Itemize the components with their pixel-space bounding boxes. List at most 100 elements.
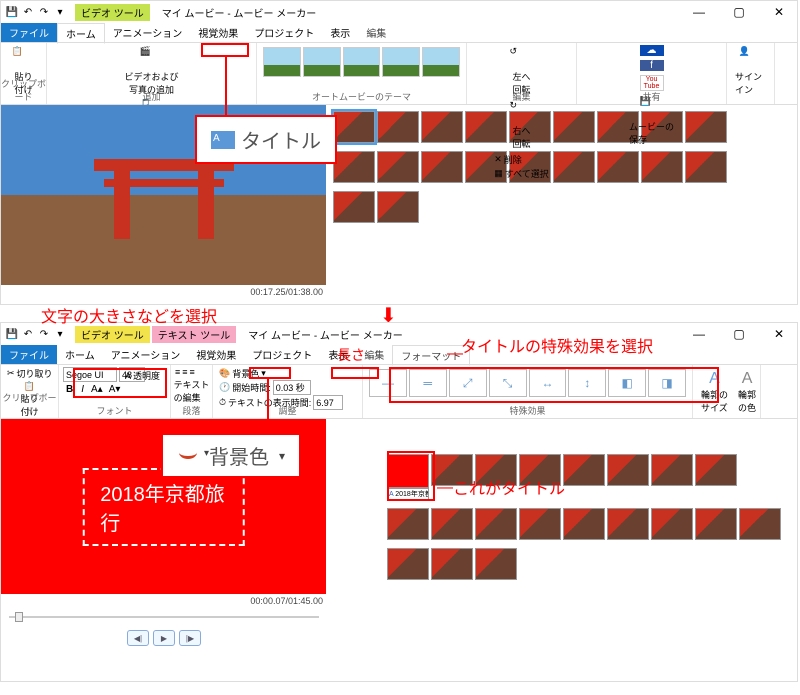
tab-project[interactable]: プロジェクト (244, 345, 320, 364)
qat-redo-icon[interactable]: ↷ (37, 327, 51, 341)
tab-file[interactable]: ファイル (1, 23, 57, 42)
facebook-icon[interactable]: f (640, 60, 664, 71)
qat-dropdown-icon[interactable]: ▾ (53, 327, 67, 341)
qat-undo-icon[interactable]: ↶ (21, 327, 35, 341)
timeline[interactable] (327, 105, 797, 305)
clip[interactable] (387, 508, 429, 540)
youtube-icon[interactable]: YouTube (640, 75, 664, 91)
effect-thumb[interactable]: ⤢ (449, 369, 487, 397)
tab-home[interactable]: ホーム (57, 23, 105, 44)
delete-button[interactable]: ✕削除 (492, 153, 551, 166)
minimize-button[interactable]: — (685, 5, 713, 19)
effect-thumb[interactable]: ◧ (608, 369, 646, 397)
theme-thumb[interactable] (263, 47, 301, 77)
qat-save-icon[interactable]: 💾 (5, 5, 19, 19)
signin-button[interactable]: 👤サインイン (731, 45, 770, 97)
tab-animation[interactable]: アニメーション (105, 23, 191, 42)
clip[interactable] (651, 508, 693, 540)
bgcolor-button[interactable]: 🎨背景色▾ (217, 367, 358, 380)
minimize-button[interactable]: — (685, 327, 713, 341)
title-clip[interactable] (387, 454, 429, 488)
qat-save-icon[interactable]: 💾 (5, 327, 19, 341)
select-all-button[interactable]: ▦すべて選択 (492, 167, 551, 180)
clip[interactable] (519, 508, 561, 540)
effect-thumb[interactable]: ◨ (648, 369, 686, 397)
effect-thumb[interactable]: ═ (409, 369, 447, 397)
clip[interactable] (333, 151, 375, 183)
context-tab-video-tools[interactable]: ビデオ ツール (75, 4, 150, 21)
clip[interactable] (421, 151, 463, 183)
clip[interactable] (685, 111, 727, 143)
font-grow-button[interactable]: A▴ (89, 384, 105, 395)
qat-dropdown-icon[interactable]: ▾ (53, 5, 67, 19)
align-center-button[interactable]: ≡ (182, 367, 187, 377)
tab-edit-context[interactable]: 編集 (358, 23, 394, 42)
tab-animation[interactable]: アニメーション (103, 345, 189, 364)
clip[interactable] (333, 191, 375, 223)
clip[interactable] (475, 548, 517, 580)
clip[interactable] (607, 508, 649, 540)
tab-project[interactable]: プロジェクト (246, 23, 322, 42)
outline-color-button[interactable]: A輪郭 の色 (734, 369, 760, 415)
clip[interactable] (597, 151, 639, 183)
tab-home[interactable]: ホーム (57, 345, 103, 364)
transparency-button[interactable]: A透明度 (123, 369, 166, 382)
clip[interactable] (387, 548, 429, 580)
clip[interactable] (695, 508, 737, 540)
theme-thumb[interactable] (382, 47, 420, 77)
effect-thumb[interactable]: — (369, 369, 407, 397)
text-edit-button[interactable]: テキスト の編集 (175, 377, 208, 405)
clip[interactable] (333, 111, 375, 143)
align-right-button[interactable]: ≡ (190, 367, 195, 377)
clip[interactable] (465, 111, 507, 143)
clip[interactable] (377, 191, 419, 223)
title-text-box[interactable]: 2018年京都旅行 (82, 468, 245, 546)
clip[interactable] (607, 454, 649, 486)
qat-redo-icon[interactable]: ↷ (37, 5, 51, 19)
clip[interactable] (553, 111, 595, 143)
clip[interactable] (563, 454, 605, 486)
timeline[interactable]: A 2018年京都... (327, 419, 797, 594)
maximize-button[interactable]: ▢ (725, 5, 753, 19)
seek-thumb[interactable] (15, 612, 23, 622)
clip[interactable] (431, 508, 473, 540)
bold-button[interactable]: B (63, 384, 76, 395)
theme-thumb[interactable] (343, 47, 381, 77)
effect-thumb[interactable]: ↕ (568, 369, 606, 397)
clip[interactable] (685, 151, 727, 183)
prev-frame-button[interactable]: ◀| (127, 630, 149, 646)
seek-slider[interactable] (9, 612, 319, 622)
context-tab-video-tools[interactable]: ビデオ ツール (75, 326, 150, 343)
clip[interactable] (421, 111, 463, 143)
tab-file[interactable]: ファイル (1, 345, 57, 364)
tab-visual[interactable]: 視覚効果 (190, 23, 246, 42)
clip[interactable] (377, 151, 419, 183)
clip[interactable] (553, 151, 595, 183)
clip[interactable] (431, 548, 473, 580)
outline-size-button[interactable]: A輪郭の サイズ (697, 369, 732, 415)
cut-button[interactable]: ✂切り取り (5, 367, 54, 380)
close-button[interactable]: ✕ (765, 327, 793, 341)
clip[interactable] (377, 111, 419, 143)
play-button[interactable]: ▶ (153, 630, 175, 646)
context-tab-text-tools[interactable]: テキスト ツール (152, 326, 236, 343)
onedrive-icon[interactable]: ☁ (640, 45, 664, 56)
font-family-select[interactable] (63, 367, 117, 382)
tab-view[interactable]: 表示 (322, 23, 358, 42)
clip[interactable] (563, 508, 605, 540)
clip[interactable] (739, 508, 781, 540)
align-left-button[interactable]: ≡ (175, 367, 180, 377)
start-time-input[interactable] (273, 380, 311, 395)
font-shrink-button[interactable]: A▾ (107, 384, 123, 395)
clip[interactable] (641, 151, 683, 183)
theme-thumb[interactable] (303, 47, 341, 77)
italic-button[interactable]: I (78, 384, 87, 395)
qat-undo-icon[interactable]: ↶ (21, 5, 35, 19)
effect-thumb[interactable]: ↔ (529, 369, 567, 397)
theme-thumb[interactable] (422, 47, 460, 77)
clip[interactable] (695, 454, 737, 486)
effect-thumb[interactable]: ⤡ (489, 369, 527, 397)
close-button[interactable]: ✕ (765, 5, 793, 19)
maximize-button[interactable]: ▢ (725, 327, 753, 341)
clip[interactable] (475, 508, 517, 540)
